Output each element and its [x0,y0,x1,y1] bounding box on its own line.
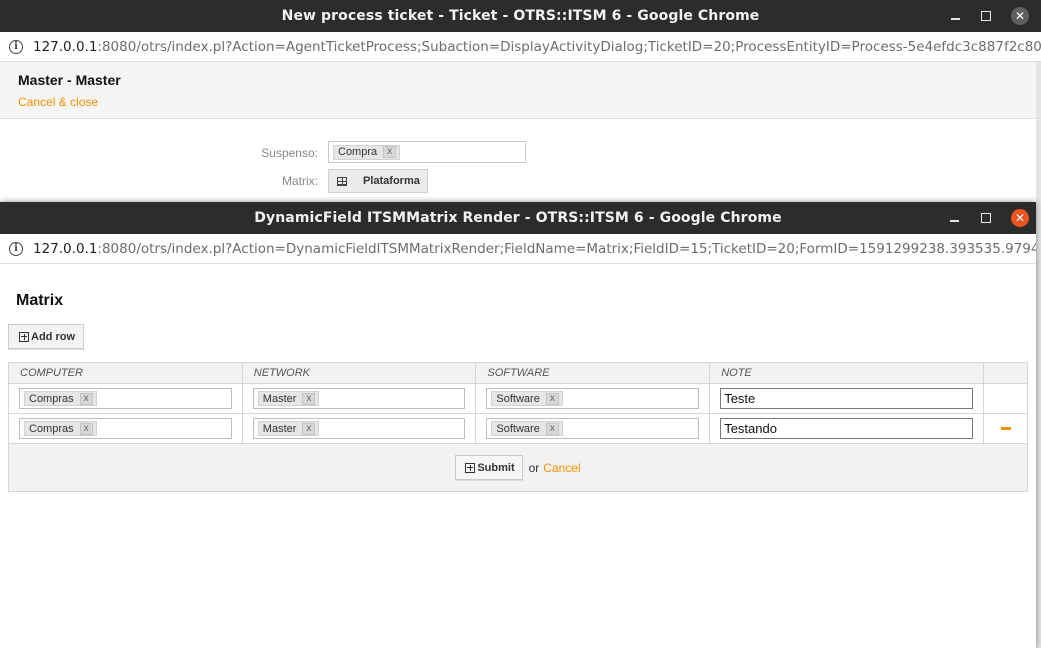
plus-icon [465,462,476,473]
suspenso-tag: Compra x [333,144,401,160]
table-row: Compras x Master x [8,383,1028,414]
computer-field[interactable]: Compras x [19,418,232,439]
software-cell: Software x [475,383,711,414]
table-icon [337,176,347,186]
matrix-popup-window: DynamicField ITSMMatrix Render - OTRS::I… [0,202,1036,648]
tag-remove-icon[interactable]: x [79,392,93,405]
or-text: or [528,460,540,475]
computer-field[interactable]: Compras x [19,388,232,409]
computer-cell: Compras x [8,383,243,414]
note-cell [709,383,985,414]
plataforma-label: Plataforma [363,175,420,187]
software-cell: Software x [475,413,711,444]
back-scrollbar[interactable] [1036,62,1041,648]
submit-group: Submit or Cancel [455,455,581,480]
network-cell: Master x [241,383,477,414]
software-tag: Software x [491,421,563,436]
add-row-button[interactable]: Add row [8,324,84,349]
tag-label: Compras [29,422,74,435]
computer-cell: Compras x [8,413,243,444]
software-field[interactable]: Software x [486,418,700,439]
tag-remove-icon[interactable]: x [545,392,559,405]
software-tag: Software x [491,391,563,406]
matrix-label: Matrix: [282,174,318,188]
note-input[interactable] [720,418,974,439]
actions-cell [983,383,1028,414]
close-icon: ✕ [1011,7,1029,25]
suspenso-field[interactable]: Compra x [328,141,526,163]
tag-label: Compras [29,392,74,405]
close-window-button[interactable]: ✕ [1010,0,1030,32]
info-icon[interactable]: i [9,39,23,54]
back-window-titlebar[interactable]: New process ticket - Ticket - OTRS::ITSM… [0,0,1041,32]
tag-label: Master [262,422,297,435]
minimize-icon[interactable] [944,202,964,234]
tag-remove-icon[interactable]: x [79,422,93,435]
close-window-button[interactable]: ✕ [1010,202,1030,234]
popup-title: DynamicField ITSMMatrix Render - OTRS::I… [254,210,782,226]
plataforma-button[interactable]: Plataforma [328,169,428,193]
column-header-network: NETWORK [241,362,477,384]
network-cell: Master x [241,413,477,444]
cancel-close-link[interactable]: Cancel & close [18,95,98,109]
tag-remove-icon[interactable]: x [383,146,397,158]
column-header-note: NOTE [709,362,985,384]
footer-cell: Submit or Cancel [8,443,1028,492]
column-header-computer: COMPUTER [8,362,243,384]
computer-tag: Compras x [24,421,97,436]
matrix-table: COMPUTER NETWORK SOFTWARE NOTE Compras x [8,362,1028,492]
column-header-software: SOFTWARE [475,362,711,384]
cancel-link[interactable]: Cancel [543,461,580,475]
popup-titlebar[interactable]: DynamicField ITSMMatrix Render - OTRS::I… [0,202,1036,234]
suspenso-label: Suspenso: [261,146,318,160]
tag-remove-icon[interactable]: x [545,422,559,435]
tag-remove-icon[interactable]: x [302,422,316,435]
network-field[interactable]: Master x [252,418,466,439]
add-row-label: Add row [31,330,75,343]
close-icon: ✕ [1011,209,1029,227]
maximize-icon[interactable] [976,202,996,234]
back-window-title: New process ticket - Ticket - OTRS::ITSM… [281,8,760,24]
ticket-header: Master - Master Cancel & close [0,62,1036,119]
table-row: Compras x Master x [8,413,1028,444]
submit-button[interactable]: Submit [455,455,523,480]
url-path: :8080/otrs/index.pl?Action=AgentTicketPr… [97,38,1041,55]
tag-label: Compra [338,146,378,158]
remove-row-icon[interactable] [1000,427,1011,430]
network-tag: Master x [257,391,320,406]
matrix-heading: Matrix [16,292,64,309]
popup-address-bar[interactable]: i 127.0.0.1:8080/otrs/index.pl?Action=Dy… [0,234,1036,264]
url-host: 127.0.0.1 [33,240,98,257]
page-title: Master - Master [18,72,121,88]
tag-label: Software [496,422,540,435]
submit-label: Submit [477,461,515,474]
note-cell [709,413,985,444]
actions-cell [983,413,1028,444]
software-field[interactable]: Software x [486,388,700,409]
form-footer: Submit or Cancel [8,443,1028,492]
note-input[interactable] [720,388,974,409]
url-host: 127.0.0.1 [33,38,98,55]
computer-tag: Compras x [24,391,97,406]
network-tag: Master x [257,421,320,436]
back-address-bar[interactable]: i 127.0.0.1:8080/otrs/index.pl?Action=Ag… [0,32,1041,62]
tag-label: Software [496,392,540,405]
tag-remove-icon[interactable]: x [302,392,316,405]
network-field[interactable]: Master x [252,388,466,409]
maximize-icon[interactable] [976,0,996,32]
column-header-actions [983,362,1028,384]
tag-label: Master [262,392,297,405]
plus-icon [19,331,29,342]
info-icon[interactable]: i [9,241,23,256]
url-path: :8080/otrs/index.pl?Action=DynamicFieldI… [97,240,1036,257]
minimize-icon[interactable] [945,0,965,32]
